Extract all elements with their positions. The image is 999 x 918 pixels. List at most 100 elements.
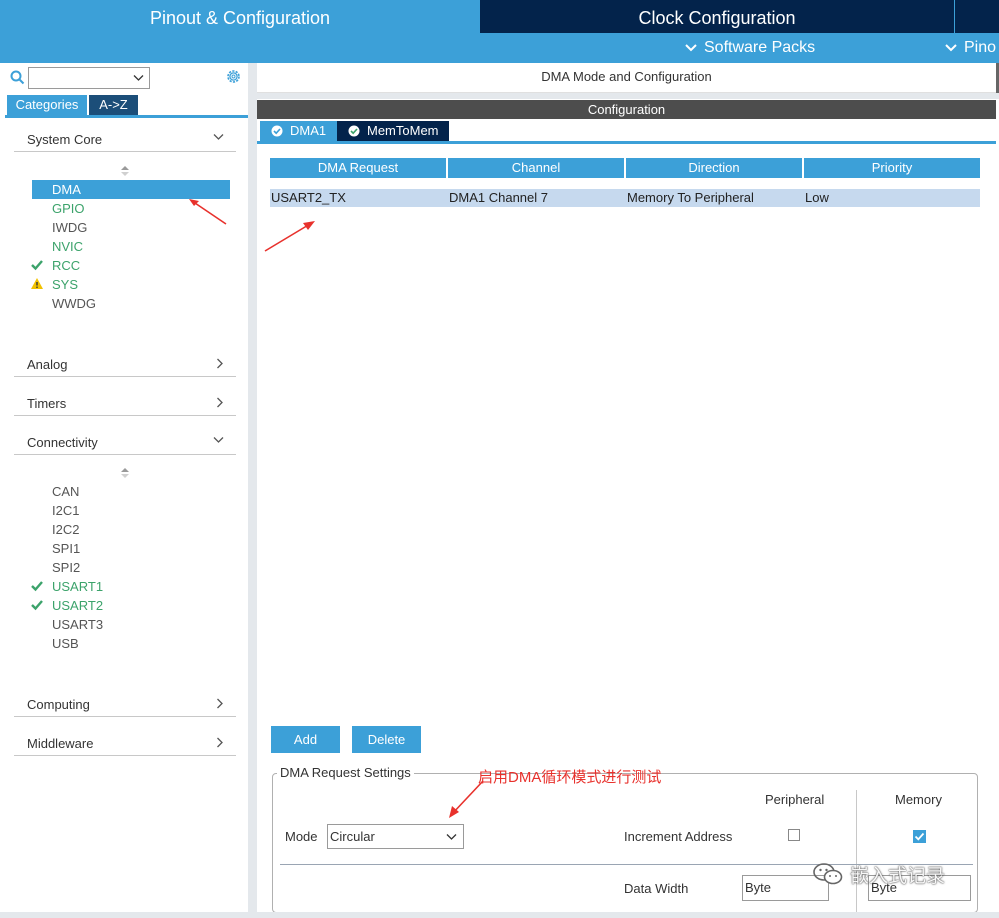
column-header-channel[interactable]: Channel	[448, 158, 624, 178]
chevron-right-icon	[217, 397, 223, 408]
check-icon	[31, 260, 43, 271]
tab-label: MemToMem	[367, 123, 439, 138]
chevron-right-icon	[217, 698, 223, 709]
memory-increment-checkbox[interactable]	[913, 830, 926, 843]
scroll-up-icon[interactable]	[120, 165, 130, 177]
panel-splitter[interactable]	[248, 63, 257, 918]
check-icon	[31, 581, 43, 592]
add-button[interactable]: Add	[271, 726, 340, 753]
chevron-down-icon	[446, 834, 457, 840]
column-header-priority[interactable]: Priority	[804, 158, 980, 178]
watermark-text: 嵌入式记录	[850, 866, 946, 887]
column-header-direction[interactable]: Direction	[626, 158, 802, 178]
section-label: System Core	[27, 132, 103, 147]
section-label: Middleware	[27, 736, 94, 751]
page-title: DMA Mode and Configuration	[257, 63, 996, 93]
tab-categories[interactable]: Categories	[7, 95, 87, 115]
checkmark-icon	[914, 832, 925, 841]
watermark: 嵌入式记录	[812, 858, 972, 888]
mode-value: Circular	[330, 829, 375, 844]
sidebar-item-label: USART3	[52, 617, 104, 632]
divider	[257, 93, 999, 99]
chevron-down-icon	[685, 44, 697, 52]
sidebar-item-label: NVIC	[52, 239, 84, 254]
section-analog[interactable]: Analog	[14, 352, 236, 377]
section-connectivity[interactable]: Connectivity	[14, 430, 236, 455]
chevron-right-icon	[217, 358, 223, 369]
peripheral-increment-checkbox[interactable]	[788, 829, 800, 841]
chevron-down-icon	[213, 437, 224, 443]
section-label: Computing	[27, 697, 90, 712]
warning-icon	[31, 278, 43, 289]
section-label: Analog	[27, 357, 68, 372]
annotation-arrow	[264, 221, 315, 252]
sidebar-item-label: SPI2	[52, 560, 81, 575]
sidebar-item-label: I2C1	[52, 503, 80, 518]
section-timers[interactable]: Timers	[14, 391, 236, 416]
tab-a-to-z[interactable]: A->Z	[89, 95, 138, 115]
category-tabs: Categories A->Z	[5, 95, 248, 118]
tab-memtomem[interactable]: MemToMem	[337, 121, 449, 141]
sidebar-item-label: SPI1	[52, 541, 81, 556]
top-header: Pinout & Configuration Clock Configurati…	[0, 0, 999, 63]
scroll-up-icon[interactable]	[120, 467, 130, 479]
mode-label: Mode	[285, 829, 318, 844]
software-packs-menu[interactable]: Software Packs	[684, 35, 815, 61]
peripheral-column-label: Peripheral	[765, 792, 825, 807]
sidebar-item-label: USART2	[52, 598, 104, 613]
tab-overflow[interactable]	[955, 0, 999, 33]
table-cell: DMA1 Channel 7	[448, 189, 626, 207]
dma-subtabs: DMA1 MemToMem	[257, 121, 996, 144]
sidebar-item-label: CAN	[52, 484, 80, 499]
wechat-icon	[813, 863, 843, 885]
sidebar-item-label: I2C2	[52, 522, 80, 537]
section-middleware[interactable]: Middleware	[14, 731, 236, 756]
pinout-menu[interactable]: Pino	[944, 35, 996, 61]
annotation-arrow	[189, 199, 227, 225]
software-packs-label: Software Packs	[704, 39, 816, 56]
chevron-right-icon	[217, 737, 223, 748]
sidebar-item-label: DMA	[52, 182, 81, 197]
chevron-down-icon	[945, 44, 957, 52]
memory-column-label: Memory	[895, 792, 942, 807]
bottom-border	[0, 912, 999, 918]
column-header-dma-request[interactable]: DMA Request	[270, 158, 446, 178]
section-system-core[interactable]: System Core	[14, 127, 236, 152]
mode-select[interactable]: Circular	[327, 824, 464, 849]
section-label: Connectivity	[27, 435, 98, 450]
table-cell: Memory To Peripheral	[626, 189, 804, 207]
select-value: Byte	[745, 880, 772, 895]
main-panel: DMA Mode and Configuration Configuration…	[257, 63, 999, 918]
delete-button[interactable]: Delete	[352, 726, 421, 753]
search-row	[5, 64, 248, 92]
gear-icon[interactable]	[225, 68, 242, 85]
table-cell: USART2_TX	[270, 189, 448, 207]
annotation-note: 启用DMA循环模式进行测试	[478, 769, 662, 786]
data-width-label: Data Width	[624, 881, 689, 896]
tab-clock-configuration[interactable]: Clock Configuration	[480, 0, 954, 33]
search-icon[interactable]	[10, 70, 25, 85]
chevron-down-icon	[133, 75, 144, 81]
pinout-menu-label: Pino	[964, 39, 997, 56]
search-input[interactable]	[28, 67, 150, 89]
check-circle-icon	[348, 125, 360, 137]
tab-pinout-configuration[interactable]: Pinout & Configuration	[0, 0, 480, 33]
left-sidebar: Categories A->Z System Core DMA GPIO IWD…	[5, 64, 248, 914]
increment-address-label: Increment Address	[624, 829, 733, 844]
sidebar-item-label: RCC	[52, 258, 81, 273]
tab-dma1[interactable]: DMA1	[260, 121, 337, 141]
check-icon	[31, 600, 43, 611]
section-label: Timers	[27, 396, 67, 411]
configuration-header: Configuration	[257, 100, 996, 119]
sidebar-item-label: USB	[52, 636, 79, 651]
sidebar-item-label: GPIO	[52, 201, 85, 216]
chevron-down-icon	[213, 134, 224, 140]
section-computing[interactable]: Computing	[14, 692, 236, 717]
table-cell: Low	[804, 189, 980, 207]
settings-legend: DMA Request Settings	[277, 765, 414, 780]
tab-label: DMA1	[290, 123, 327, 138]
sidebar-item-label: SYS	[52, 277, 79, 292]
sidebar-item-label: IWDG	[52, 220, 88, 235]
sidebar-item-label: WWDG	[52, 296, 97, 311]
sidebar-item-label: USART1	[52, 579, 104, 594]
